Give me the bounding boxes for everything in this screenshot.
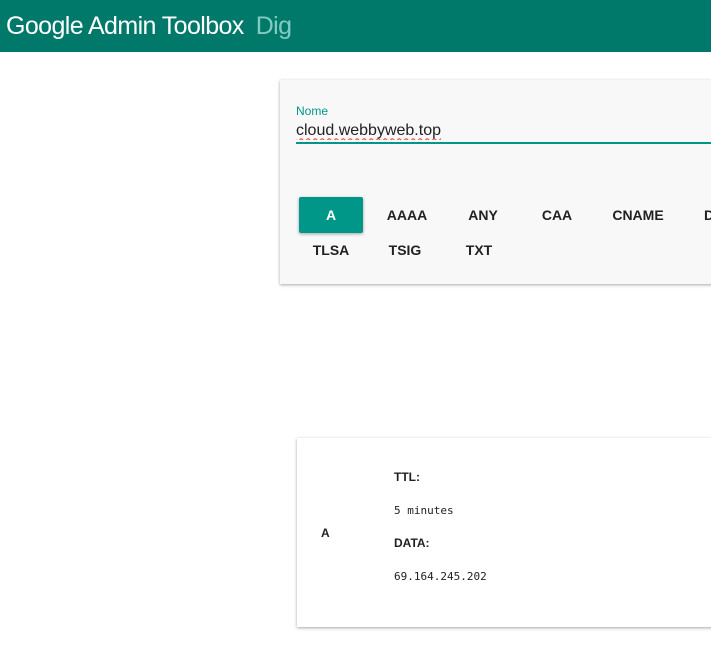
ttl-label: TTL: [394,470,420,484]
record-type-caa-button[interactable]: CAA [525,197,589,233]
record-type-cname-button[interactable]: CNAME [599,197,677,233]
tool-name: Dig [255,11,292,40]
data-label: DATA: [394,536,430,550]
record-type-txt-button[interactable]: TXT [447,232,511,268]
data-value: 69.164.245.202 [394,570,487,583]
name-field: Nome [296,104,711,144]
ttl-value: 5 minutes [394,504,454,517]
record-type-any-button[interactable]: ANY [451,197,515,233]
record-type-a-button[interactable]: A [299,197,363,233]
app-title[interactable]: Google Admin Toolbox [6,12,244,41]
result-record-type: A [321,526,330,540]
record-type-aaaa-button[interactable]: AAAA [373,197,441,233]
record-type-d-button[interactable]: D [687,197,711,233]
name-field-label: Nome [296,104,329,118]
app-bar: Google Admin Toolbox Dig [0,0,711,52]
result-card: A TTL: 5 minutes DATA: 69.164.245.202 [297,438,711,627]
record-type-tsig-button[interactable]: TSIG [373,232,437,268]
query-card: Nome A AAAA ANY CAA CNAME D TLSA TSIG TX… [280,80,711,284]
name-input[interactable] [296,119,711,144]
record-type-tlsa-button[interactable]: TLSA [299,232,363,268]
